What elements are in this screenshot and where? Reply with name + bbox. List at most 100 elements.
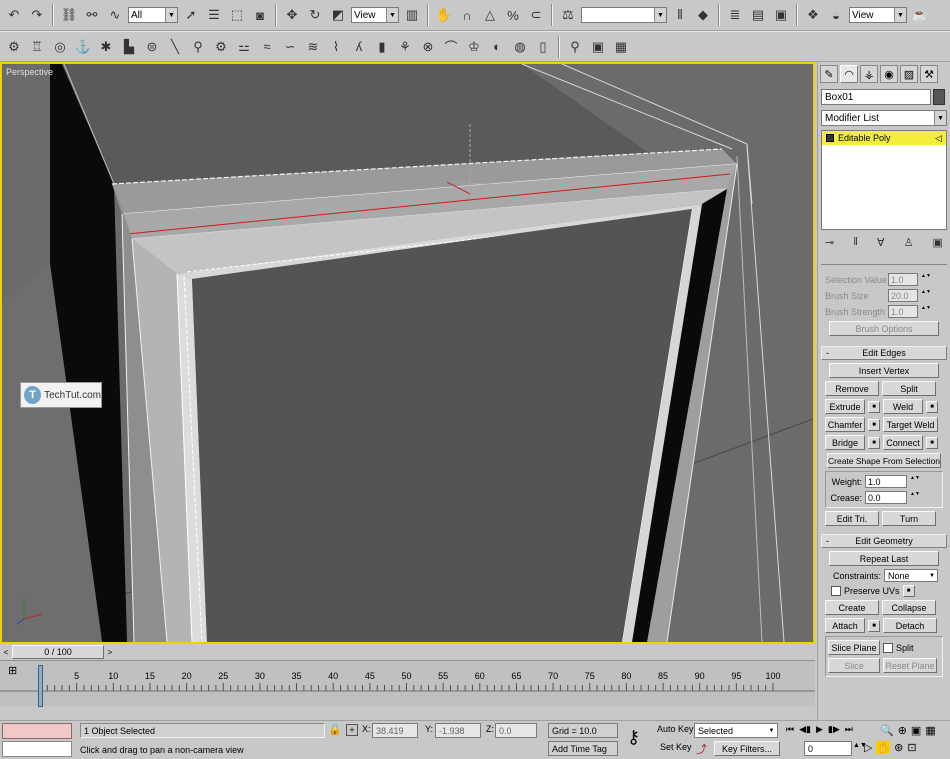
tab-geo-icon[interactable]: ▮ bbox=[372, 37, 392, 57]
connect-button[interactable]: Connect bbox=[883, 435, 923, 450]
next-frame-button-icon[interactable]: ▮▶ bbox=[828, 724, 840, 735]
hierarchy-tab-icon[interactable]: ⚶ bbox=[860, 65, 878, 83]
field-of-view-icon[interactable]: ▷ bbox=[864, 741, 872, 754]
tab-magnifier-icon[interactable]: ▯ bbox=[533, 37, 553, 57]
object-color-swatch[interactable] bbox=[933, 89, 945, 105]
link-icon[interactable]: ⛓ bbox=[59, 5, 79, 25]
quick-render-icon[interactable]: ☕ bbox=[910, 5, 930, 25]
spinner-icon[interactable]: ▲▼ bbox=[910, 475, 920, 488]
schematic-icon[interactable]: ▣ bbox=[771, 5, 791, 25]
selection-filter-dropdown[interactable]: All ▼ bbox=[128, 7, 178, 23]
orbit-icon[interactable]: ⊛ bbox=[894, 741, 903, 754]
material-editor-icon[interactable]: ❖ bbox=[803, 5, 823, 25]
track-bar[interactable]: ⊞ 05101520253035404550556065707580859095… bbox=[0, 660, 815, 707]
pan-icon[interactable]: ✋ bbox=[876, 741, 891, 754]
extrude-button[interactable]: Extrude bbox=[825, 399, 865, 414]
unlink-icon[interactable]: ⚯ bbox=[82, 5, 102, 25]
zoom-extents-all-icon[interactable]: ▦ bbox=[925, 724, 935, 737]
edit-named-sel-icon[interactable]: ⚖ bbox=[558, 5, 578, 25]
tab-sphere2-icon[interactable]: ◐ bbox=[487, 37, 507, 57]
set-key-button[interactable]: Set Key bbox=[660, 742, 692, 752]
tab-pyramid-icon[interactable]: ♔ bbox=[464, 37, 484, 57]
bridge-settings-icon[interactable]: ■ bbox=[868, 436, 880, 449]
brush-options-button[interactable]: Brush Options bbox=[829, 321, 939, 336]
previous-frame-icon[interactable]: ◀▮ bbox=[799, 724, 811, 735]
maximize-viewport-icon[interactable]: ⊡ bbox=[907, 741, 916, 754]
angle-snap-icon[interactable]: △ bbox=[480, 5, 500, 25]
motion-tab-icon[interactable]: ◉ bbox=[880, 65, 898, 83]
select-icon[interactable]: ➚ bbox=[181, 5, 201, 25]
snap-3d-icon[interactable]: ∩ bbox=[457, 5, 477, 25]
tab-cylinder-icon[interactable]: ⊜ bbox=[142, 37, 162, 57]
chamfer-settings-icon[interactable]: ■ bbox=[868, 418, 880, 431]
absolute-mode-icon[interactable]: + bbox=[346, 724, 358, 736]
remove-modifier-icon[interactable]: ♙ bbox=[904, 236, 914, 249]
tab-box-icon[interactable]: ▙ bbox=[119, 37, 139, 57]
redo-icon[interactable]: ↷ bbox=[27, 5, 47, 25]
modify-tab-icon[interactable]: ◠ bbox=[840, 65, 858, 83]
rect-region-icon[interactable]: ⬚ bbox=[227, 5, 247, 25]
window-crossing-icon[interactable]: ◙ bbox=[250, 5, 270, 25]
split-button[interactable]: Split bbox=[882, 381, 936, 396]
auto-key-button[interactable]: Auto Key bbox=[657, 724, 694, 734]
key-filters-button[interactable]: Key Filters... bbox=[714, 741, 780, 756]
tab-fx-icon[interactable]: ʎ bbox=[349, 37, 369, 57]
maxscript-input[interactable] bbox=[2, 741, 72, 757]
object-name-field[interactable]: Box01 bbox=[821, 89, 931, 105]
go-to-end-icon[interactable]: ⏭ bbox=[845, 724, 853, 735]
pivot-icon[interactable]: ▥ bbox=[402, 5, 422, 25]
attach-button[interactable]: Attach bbox=[825, 618, 865, 633]
connect-settings-icon[interactable]: ■ bbox=[926, 436, 938, 449]
modifier-stack[interactable]: Editable Poly ◁ bbox=[821, 130, 947, 230]
slice-button[interactable]: Slice bbox=[828, 658, 880, 673]
create-button[interactable]: Create bbox=[825, 600, 879, 615]
current-frame-marker[interactable] bbox=[38, 665, 43, 707]
key-icon[interactable]: ⚷ bbox=[627, 727, 640, 748]
brush-strength-field[interactable]: 1.0 bbox=[888, 305, 918, 318]
zoom-icon[interactable]: 🔍 bbox=[880, 724, 894, 737]
insert-vertex-button[interactable]: Insert Vertex bbox=[829, 363, 939, 378]
tab-wind-icon[interactable]: ≈ bbox=[257, 37, 277, 57]
target-weld-button[interactable]: Target Weld bbox=[883, 417, 938, 432]
layer-manager-icon[interactable]: ≣ bbox=[725, 5, 745, 25]
show-end-result-icon[interactable]: ‖ bbox=[853, 236, 858, 249]
maxscript-listener-mini[interactable] bbox=[2, 723, 72, 739]
add-time-tag-button[interactable]: Add Time Tag bbox=[548, 741, 618, 756]
turn-button[interactable]: Turn bbox=[882, 511, 936, 526]
viewport-label[interactable]: Perspective bbox=[6, 67, 53, 77]
bridge-button[interactable]: Bridge bbox=[825, 435, 865, 450]
y-coordinate-field[interactable]: -1.938 bbox=[435, 723, 481, 738]
set-key-filter-icon[interactable]: ⤴ bbox=[696, 741, 707, 757]
named-selection-dropdown[interactable]: ▼ bbox=[581, 7, 667, 23]
key-mode-dropdown[interactable]: Selected ▼ bbox=[694, 723, 778, 738]
display-tab-icon[interactable]: ▨ bbox=[900, 65, 918, 83]
split-checkbox[interactable] bbox=[883, 642, 893, 653]
brush-size-field[interactable]: 20.0 bbox=[888, 289, 918, 302]
ref-coord-dropdown[interactable]: View ▼ bbox=[351, 7, 399, 23]
tab-tube-icon[interactable]: ⊗ bbox=[418, 37, 438, 57]
manipulate-icon[interactable]: ✋ bbox=[434, 5, 454, 25]
tab-clapper-icon[interactable]: ▦ bbox=[611, 37, 631, 57]
make-unique-icon[interactable]: ∀ bbox=[877, 236, 885, 249]
edit-edges-rollout-header[interactable]: - Edit Edges bbox=[821, 346, 947, 360]
preserve-uvs-settings-icon[interactable]: ■ bbox=[902, 585, 915, 597]
tab-path-icon[interactable]: ⌇ bbox=[326, 37, 346, 57]
curve-editor-icon[interactable]: ▤ bbox=[748, 5, 768, 25]
expand-icon[interactable] bbox=[826, 134, 834, 142]
tab-bone-icon[interactable]: ⚍ bbox=[234, 37, 254, 57]
collapse-button[interactable]: Collapse bbox=[882, 600, 936, 615]
current-frame-field[interactable]: 0 bbox=[804, 741, 852, 756]
select-by-name-icon[interactable]: ☰ bbox=[204, 5, 224, 25]
tab-teapot-icon[interactable]: ♖ bbox=[27, 37, 47, 57]
repeat-last-button[interactable]: Repeat Last bbox=[829, 551, 939, 566]
tab-film-icon[interactable]: ▣ bbox=[588, 37, 608, 57]
tab-pane-icon[interactable]: ◍ bbox=[510, 37, 530, 57]
next-frame-icon[interactable]: > bbox=[104, 645, 116, 659]
move-icon[interactable]: ✥ bbox=[282, 5, 302, 25]
tab-key-icon[interactable]: ⚲ bbox=[188, 37, 208, 57]
edit-tri-button[interactable]: Edit Tri. bbox=[825, 511, 879, 526]
slice-plane-button[interactable]: Slice Plane bbox=[828, 640, 880, 655]
stack-item-editable-poly[interactable]: Editable Poly ◁ bbox=[822, 131, 946, 145]
rotate-icon[interactable]: ↻ bbox=[305, 5, 325, 25]
tab-ripple-icon[interactable]: ≋ bbox=[303, 37, 323, 57]
